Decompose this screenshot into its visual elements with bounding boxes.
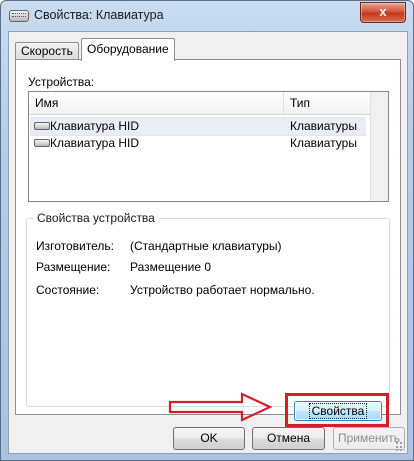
list-item[interactable]: Клавиатура HID Клавиатуры	[30, 135, 366, 152]
tab-hardware[interactable]: Оборудование	[81, 38, 175, 61]
column-header-name[interactable]: Имя	[35, 96, 58, 110]
resize-grip-icon[interactable]	[395, 441, 405, 451]
device-name: Клавиатура HID	[50, 119, 139, 133]
group-title: Свойства устройства	[34, 211, 158, 225]
ok-button[interactable]: OK	[173, 427, 245, 450]
manufacturer-value: (Стандартные клавиатуры)	[130, 239, 282, 253]
column-header-type[interactable]: Тип	[290, 96, 310, 110]
status-label: Состояние:	[36, 283, 100, 297]
window-title: Свойства: Клавиатура	[34, 8, 164, 22]
location-value: Размещение 0	[130, 260, 211, 274]
keyboard-icon	[34, 122, 50, 130]
annotation-arrow-icon	[168, 392, 273, 422]
manufacturer-label: Изготовитель:	[36, 239, 114, 253]
hardware-tab-panel: Устройства: Имя Тип Клавиатура HID Клави…	[15, 59, 401, 427]
list-item[interactable]: Клавиатура HID Клавиатуры	[30, 117, 366, 136]
status-value: Устройство работает нормально.	[130, 283, 315, 297]
tab-speed[interactable]: Скорость	[15, 42, 79, 60]
device-name: Клавиатура HID	[50, 136, 139, 150]
column-separator[interactable]	[283, 92, 284, 114]
keyboard-icon	[34, 139, 50, 147]
list-header: Имя Тип	[29, 92, 388, 115]
device-properties-button-label: Свойства	[308, 403, 368, 419]
title-bar[interactable]: Свойства: Клавиатура x	[1, 1, 413, 31]
vertical-scrollbar[interactable]	[370, 92, 388, 201]
devices-label: Устройства:	[28, 75, 95, 89]
properties-window: Свойства: Клавиатура x Скорость Оборудов…	[0, 0, 414, 461]
cancel-button[interactable]: Отмена	[252, 427, 325, 450]
device-properties-button[interactable]: Свойства	[294, 401, 382, 421]
keyboard-icon	[9, 10, 29, 22]
device-properties-group: Свойства устройства Изготовитель: (Станд…	[26, 211, 390, 407]
device-type: Клавиатуры	[290, 136, 357, 150]
close-button[interactable]: x	[360, 2, 406, 23]
device-type: Клавиатуры	[290, 119, 357, 133]
location-label: Размещение:	[36, 260, 111, 274]
device-list[interactable]: Имя Тип Клавиатура HID Клавиатуры Клавиа…	[28, 91, 389, 202]
dialog-client: Скорость Оборудование Устройства: Имя Ти…	[8, 31, 408, 454]
